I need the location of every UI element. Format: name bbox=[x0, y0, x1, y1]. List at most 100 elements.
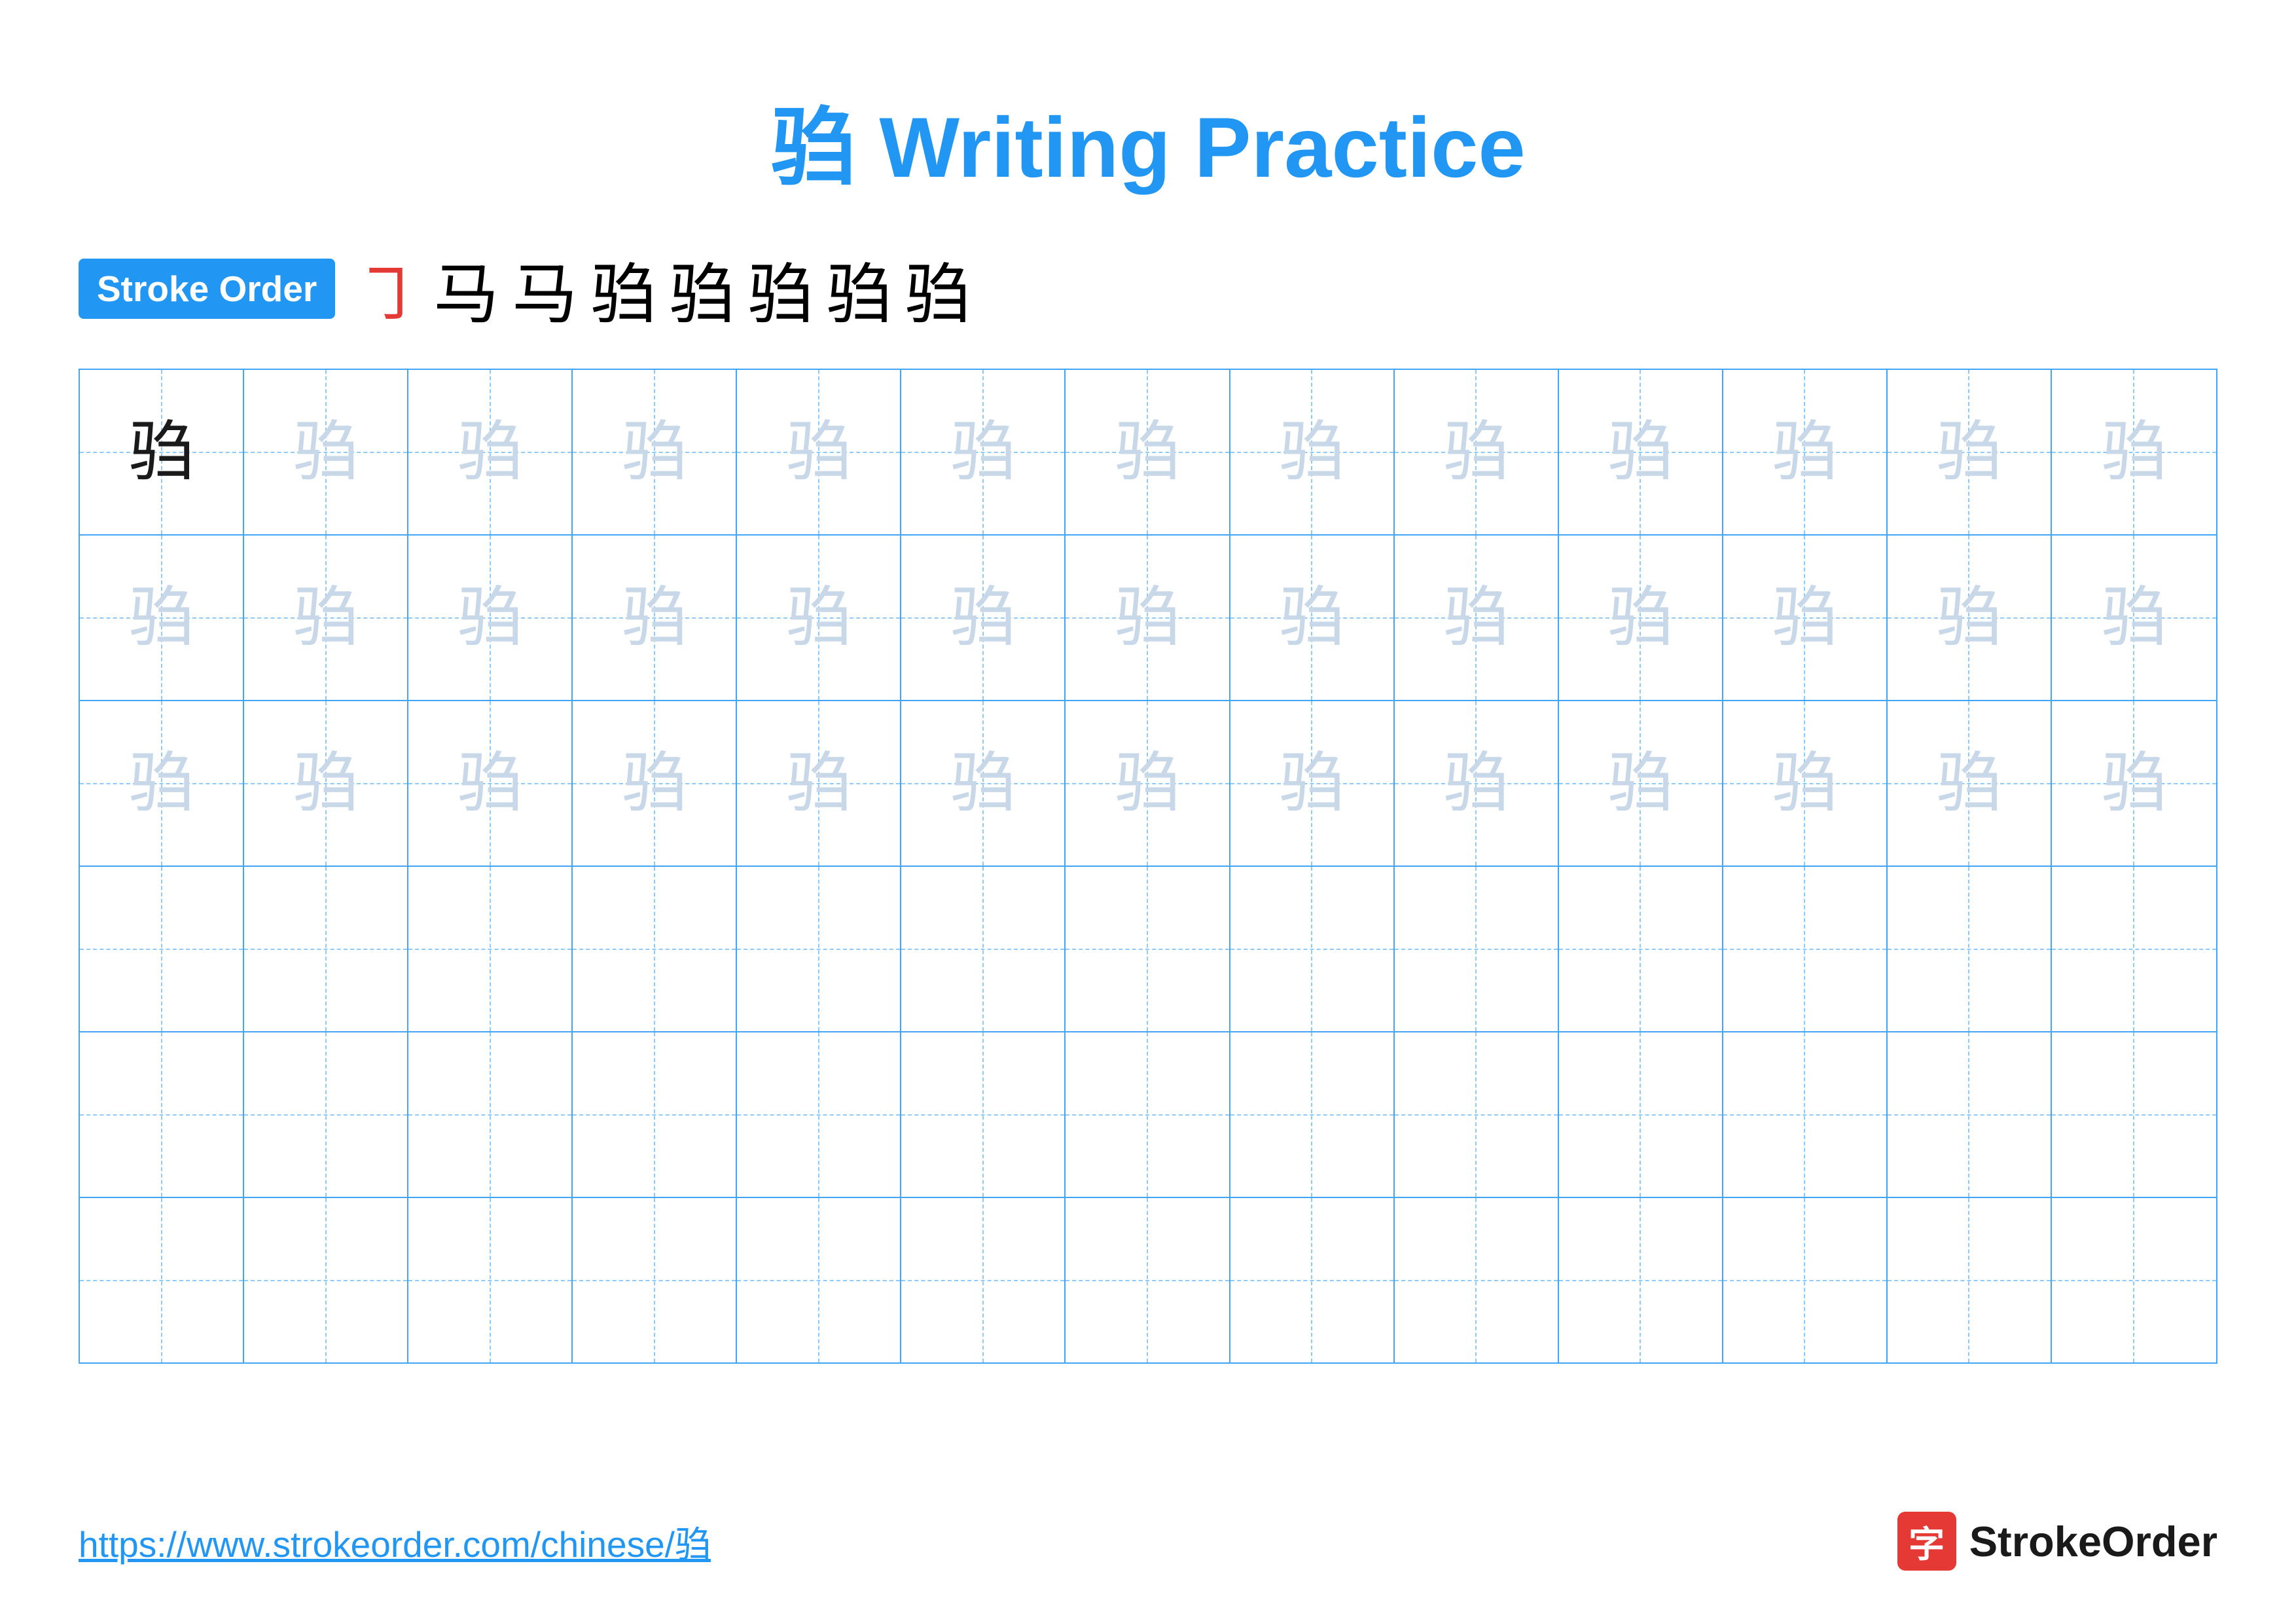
grid-cell-4-10[interactable] bbox=[1559, 867, 1723, 1031]
grid-cell-2-7[interactable]: 驺 bbox=[1066, 536, 1230, 700]
grid-cell-1-1[interactable]: 驺 bbox=[80, 370, 244, 534]
grid-cell-6-12[interactable] bbox=[1888, 1198, 2052, 1362]
website-url[interactable]: https://www.strokeorder.com/chinese/驺 bbox=[79, 1515, 711, 1567]
grid-row-1: 驺 驺 驺 驺 驺 驺 驺 驺 驺 驺 驺 驺 驺 bbox=[80, 370, 2216, 536]
grid-cell-2-12[interactable]: 驺 bbox=[1888, 536, 2052, 700]
grid-cell-6-3[interactable] bbox=[408, 1198, 573, 1362]
grid-cell-6-11[interactable] bbox=[1723, 1198, 1888, 1362]
grid-cell-3-11[interactable]: 驺 bbox=[1723, 701, 1888, 866]
grid-cell-4-1[interactable] bbox=[80, 867, 244, 1031]
grid-cell-5-6[interactable] bbox=[901, 1032, 1066, 1197]
grid-cell-5-9[interactable] bbox=[1395, 1032, 1559, 1197]
grid-cell-1-11[interactable]: 驺 bbox=[1723, 370, 1888, 534]
grid-cell-5-4[interactable] bbox=[573, 1032, 737, 1197]
grid-cell-2-3[interactable]: 驺 bbox=[408, 536, 573, 700]
grid-row-2: 驺 驺 驺 驺 驺 驺 驺 驺 驺 驺 驺 驺 驺 bbox=[80, 536, 2216, 701]
grid-cell-4-11[interactable] bbox=[1723, 867, 1888, 1031]
grid-cell-6-4[interactable] bbox=[573, 1198, 737, 1362]
grid-cell-4-13[interactable] bbox=[2052, 867, 2216, 1031]
grid-cell-2-2[interactable]: 驺 bbox=[244, 536, 408, 700]
bottom-section: https://www.strokeorder.com/chinese/驺 字 … bbox=[79, 1512, 2217, 1571]
grid-cell-3-4[interactable]: 驺 bbox=[573, 701, 737, 866]
logo-section: 字 StrokeOrder bbox=[1897, 1512, 2217, 1571]
grid-row-6 bbox=[80, 1198, 2216, 1362]
grid-cell-6-1[interactable] bbox=[80, 1198, 244, 1362]
grid-cell-1-5[interactable]: 驺 bbox=[737, 370, 901, 534]
grid-cell-3-2[interactable]: 驺 bbox=[244, 701, 408, 866]
grid-cell-3-12[interactable]: 驺 bbox=[1888, 701, 2052, 866]
stroke-char-6: 驺 bbox=[747, 241, 813, 336]
grid-cell-2-1[interactable]: 驺 bbox=[80, 536, 244, 700]
stroke-char-4: 驺 bbox=[590, 241, 656, 336]
grid-cell-5-7[interactable] bbox=[1066, 1032, 1230, 1197]
grid-cell-6-13[interactable] bbox=[2052, 1198, 2216, 1362]
grid-cell-5-12[interactable] bbox=[1888, 1032, 2052, 1197]
grid-cell-3-7[interactable]: 驺 bbox=[1066, 701, 1230, 866]
grid-cell-4-4[interactable] bbox=[573, 867, 737, 1031]
stroke-char-7: 驺 bbox=[826, 241, 891, 336]
grid-cell-3-5[interactable]: 驺 bbox=[737, 701, 901, 866]
grid-row-4 bbox=[80, 867, 2216, 1032]
grid-cell-1-8[interactable]: 驺 bbox=[1230, 370, 1395, 534]
grid-cell-5-3[interactable] bbox=[408, 1032, 573, 1197]
grid-cell-5-10[interactable] bbox=[1559, 1032, 1723, 1197]
grid-cell-2-10[interactable]: 驺 bbox=[1559, 536, 1723, 700]
grid-cell-6-10[interactable] bbox=[1559, 1198, 1723, 1362]
grid-cell-4-5[interactable] bbox=[737, 867, 901, 1031]
grid-cell-4-8[interactable] bbox=[1230, 867, 1395, 1031]
grid-cell-4-12[interactable] bbox=[1888, 867, 2052, 1031]
logo-text: StrokeOrder bbox=[1969, 1517, 2217, 1566]
grid-cell-1-9[interactable]: 驺 bbox=[1395, 370, 1559, 534]
stroke-char-2: 马 bbox=[433, 241, 499, 336]
grid-cell-3-3[interactable]: 驺 bbox=[408, 701, 573, 866]
grid-cell-2-4[interactable]: 驺 bbox=[573, 536, 737, 700]
grid-cell-1-13[interactable]: 驺 bbox=[2052, 370, 2216, 534]
grid-cell-1-12[interactable]: 驺 bbox=[1888, 370, 2052, 534]
logo-icon: 字 bbox=[1897, 1512, 1956, 1571]
grid-cell-1-2[interactable]: 驺 bbox=[244, 370, 408, 534]
grid-cell-1-4[interactable]: 驺 bbox=[573, 370, 737, 534]
grid-cell-4-7[interactable] bbox=[1066, 867, 1230, 1031]
grid-cell-6-7[interactable] bbox=[1066, 1198, 1230, 1362]
grid-cell-1-10[interactable]: 驺 bbox=[1559, 370, 1723, 534]
grid-cell-3-6[interactable]: 驺 bbox=[901, 701, 1066, 866]
grid-cell-2-8[interactable]: 驺 bbox=[1230, 536, 1395, 700]
grid-cell-2-13[interactable]: 驺 bbox=[2052, 536, 2216, 700]
grid-cell-6-8[interactable] bbox=[1230, 1198, 1395, 1362]
grid-cell-5-5[interactable] bbox=[737, 1032, 901, 1197]
grid-cell-6-9[interactable] bbox=[1395, 1198, 1559, 1362]
grid-row-3: 驺 驺 驺 驺 驺 驺 驺 驺 驺 驺 驺 驺 驺 bbox=[80, 701, 2216, 867]
grid-cell-1-3[interactable]: 驺 bbox=[408, 370, 573, 534]
page-title: 驺 Writing Practice bbox=[770, 100, 1525, 195]
stroke-char-3: 马 bbox=[512, 241, 577, 336]
stroke-order-row: Stroke Order ㇆ 马 马 驺 驺 驺 驺 驺 bbox=[79, 241, 2217, 336]
grid-cell-2-11[interactable]: 驺 bbox=[1723, 536, 1888, 700]
grid-cell-4-3[interactable] bbox=[408, 867, 573, 1031]
grid-cell-3-10[interactable]: 驺 bbox=[1559, 701, 1723, 866]
grid-cell-5-11[interactable] bbox=[1723, 1032, 1888, 1197]
grid-cell-2-6[interactable]: 驺 bbox=[901, 536, 1066, 700]
grid-cell-2-5[interactable]: 驺 bbox=[737, 536, 901, 700]
grid-cell-3-1[interactable]: 驺 bbox=[80, 701, 244, 866]
grid-cell-3-8[interactable]: 驺 bbox=[1230, 701, 1395, 866]
grid-cell-3-9[interactable]: 驺 bbox=[1395, 701, 1559, 866]
grid-cell-5-1[interactable] bbox=[80, 1032, 244, 1197]
grid-cell-1-6[interactable]: 驺 bbox=[901, 370, 1066, 534]
stroke-order-badge: Stroke Order bbox=[79, 259, 335, 319]
grid-cell-4-2[interactable] bbox=[244, 867, 408, 1031]
grid-cell-4-9[interactable] bbox=[1395, 867, 1559, 1031]
grid-cell-4-6[interactable] bbox=[901, 867, 1066, 1031]
grid-cell-5-13[interactable] bbox=[2052, 1032, 2216, 1197]
title-section: 驺 Writing Practice bbox=[79, 79, 2217, 202]
grid-cell-3-13[interactable]: 驺 bbox=[2052, 701, 2216, 866]
grid-cell-2-9[interactable]: 驺 bbox=[1395, 536, 1559, 700]
stroke-chars: ㇆ 马 马 驺 驺 驺 驺 驺 bbox=[355, 241, 970, 336]
grid-cell-1-7[interactable]: 驺 bbox=[1066, 370, 1230, 534]
grid-cell-6-6[interactable] bbox=[901, 1198, 1066, 1362]
grid-cell-5-2[interactable] bbox=[244, 1032, 408, 1197]
grid-cell-6-5[interactable] bbox=[737, 1198, 901, 1362]
stroke-char-5: 驺 bbox=[669, 241, 734, 336]
grid-cell-6-2[interactable] bbox=[244, 1198, 408, 1362]
char-light: 驺 bbox=[293, 420, 359, 485]
grid-cell-5-8[interactable] bbox=[1230, 1032, 1395, 1197]
